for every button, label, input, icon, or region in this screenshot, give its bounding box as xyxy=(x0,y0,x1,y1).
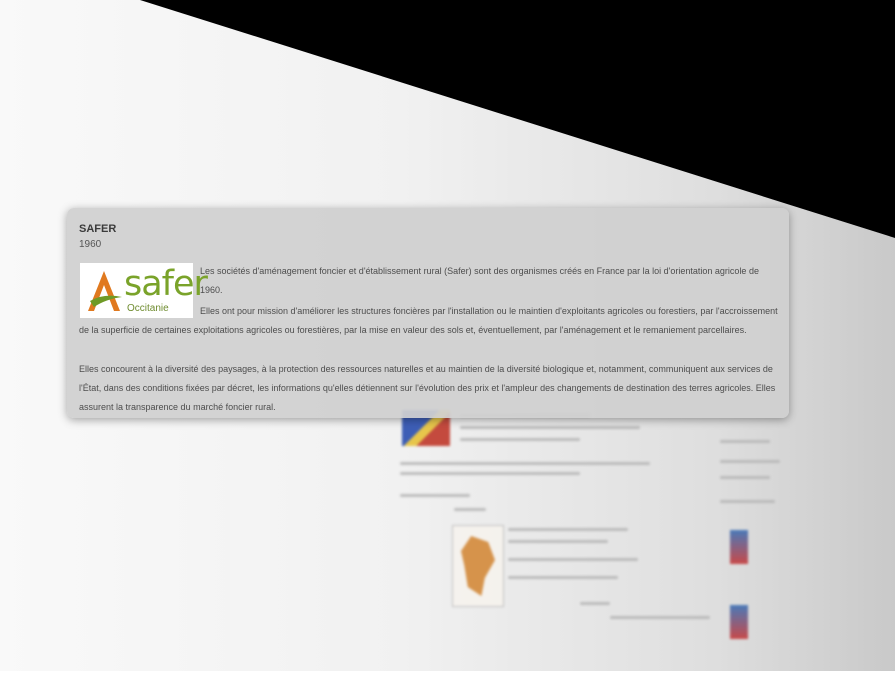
description-paragraph-1: Les sociétés d'aménagement foncier et d'… xyxy=(200,266,759,295)
event-popup-card: SAFER 1960 safer Occitanie Les sociétés … xyxy=(67,208,789,418)
blurred-timeline-content xyxy=(380,380,800,680)
event-year: 1960 xyxy=(79,239,102,250)
side-thumbnail xyxy=(730,530,748,564)
description-paragraph-3: Elles concourent à la diversité des pays… xyxy=(79,364,776,412)
map-thumbnail xyxy=(452,525,504,607)
side-thumbnail xyxy=(730,605,748,639)
event-title: SAFER xyxy=(79,223,117,235)
description-paragraph-2: Elles ont pour mission d'améliorer les s… xyxy=(79,306,778,335)
logo-wordmark: safer xyxy=(124,264,208,304)
